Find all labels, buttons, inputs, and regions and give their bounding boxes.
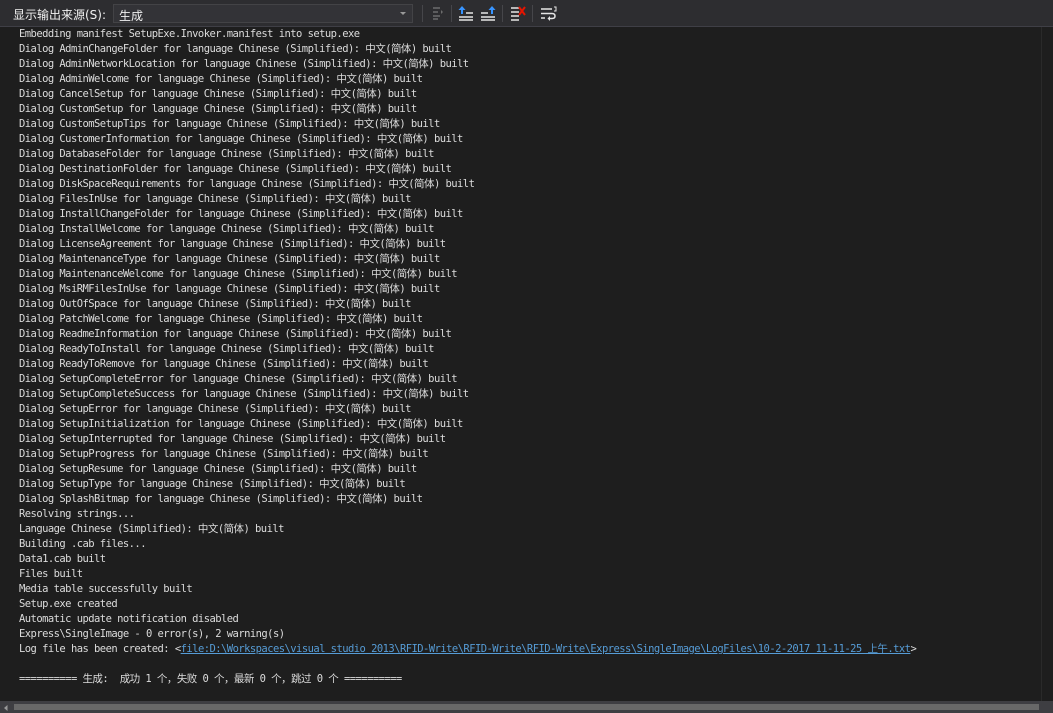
- output-line: Automatic update notification disabled: [19, 613, 239, 625]
- output-line: Dialog ReadyToInstall for language Chine…: [19, 343, 435, 355]
- log-file-link[interactable]: file:D:\Workspaces\visual studio 2013\RF…: [181, 643, 911, 655]
- toolbar-separator: [532, 5, 533, 22]
- output-line: Dialog SetupType for language Chinese (S…: [19, 478, 406, 490]
- find-message-icon: [428, 4, 448, 23]
- output-line: Dialog ReadmeInformation for language Ch…: [19, 328, 452, 340]
- toolbar-separator: [451, 5, 452, 22]
- clear-all-button[interactable]: [508, 4, 528, 23]
- log-file-prefix: Log file has been created:: [19, 643, 175, 655]
- output-line: Building .cab files...: [19, 538, 147, 550]
- output-line: Dialog SetupProgress for language Chines…: [19, 448, 429, 460]
- output-line: Dialog AdminWelcome for language Chinese…: [19, 73, 423, 85]
- output-line: Dialog SetupCompleteSuccess for language…: [19, 388, 469, 400]
- output-line: Dialog MsiRMFilesInUse for language Chin…: [19, 283, 440, 295]
- toolbar-separator: [422, 5, 423, 22]
- horizontal-scroll-thumb[interactable]: [14, 704, 1039, 710]
- output-line: Dialog MaintenanceType for language Chin…: [19, 253, 440, 265]
- chevron-down-icon: [396, 5, 410, 22]
- output-line: Dialog FilesInUse for language Chinese (…: [19, 193, 411, 205]
- output-line: Dialog SetupCompleteError for language C…: [19, 373, 458, 385]
- log-file-line: Log file has been created: <file:D:\Work…: [19, 642, 1041, 657]
- horizontal-scrollbar[interactable]: [0, 701, 1053, 713]
- build-summary-line: ========== 生成: 成功 1 个，失败 0 个，最新 0 个，跳过 0…: [19, 673, 402, 685]
- go-previous-icon: [456, 4, 476, 23]
- output-line: Dialog CustomerInformation for language …: [19, 133, 463, 145]
- output-line: Dialog OutOfSpace for language Chinese (…: [19, 298, 411, 310]
- output-line: Dialog AdminNetworkLocation for language…: [19, 58, 469, 70]
- output-line: Dialog ReadyToRemove for language Chines…: [19, 358, 429, 370]
- output-line: Dialog CustomSetup for language Chinese …: [19, 103, 417, 115]
- output-line: Dialog PatchWelcome for language Chinese…: [19, 313, 423, 325]
- output-line: Dialog AdminChangeFolder for language Ch…: [19, 43, 452, 55]
- output-line: Dialog InstallChangeFolder for language …: [19, 208, 463, 220]
- output-source-value: 生成: [119, 9, 144, 23]
- output-source-dropdown[interactable]: 生成: [113, 4, 413, 23]
- output-line: Media table successfully built: [19, 583, 193, 595]
- word-wrap-icon: [538, 4, 558, 23]
- output-line: Dialog DatabaseFolder for language Chine…: [19, 148, 435, 160]
- output-line: Dialog CustomSetupTips for language Chin…: [19, 118, 440, 130]
- output-line: Embedding manifest SetupExe.Invoker.mani…: [19, 28, 360, 40]
- vertical-scrollbar[interactable]: [1041, 27, 1053, 701]
- output-line: Dialog DestinationFolder for language Ch…: [19, 163, 452, 175]
- show-output-from-label: 显示输出来源(S):: [13, 8, 107, 22]
- output-text-area[interactable]: Embedding manifest SetupExe.Invoker.mani…: [0, 27, 1041, 701]
- output-line: Dialog SetupResume for language Chinese …: [19, 463, 417, 475]
- output-line: Dialog MaintenanceWelcome for language C…: [19, 268, 458, 280]
- output-line: Dialog DiskSpaceRequirements for languag…: [19, 178, 475, 190]
- goto-prev-line-button[interactable]: [456, 4, 476, 23]
- goto-prev-message-button[interactable]: [428, 4, 448, 23]
- output-line: Data1.cab built: [19, 553, 106, 565]
- output-line: Express\SingleImage - 0 error(s), 2 warn…: [19, 628, 285, 640]
- clear-all-icon: [508, 4, 528, 23]
- output-lines: Embedding manifest SetupExe.Invoker.mani…: [19, 27, 1041, 642]
- output-line: Dialog SplashBitmap for language Chinese…: [19, 493, 423, 505]
- output-line: Files built: [19, 568, 83, 580]
- output-line: Dialog InstallWelcome for language Chine…: [19, 223, 435, 235]
- toolbar-separator: [502, 5, 503, 22]
- output-line: Dialog CancelSetup for language Chinese …: [19, 88, 417, 100]
- output-line: Setup.exe created: [19, 598, 118, 610]
- scroll-left-button[interactable]: [0, 701, 12, 713]
- output-line: Dialog SetupInitialization for language …: [19, 418, 463, 430]
- output-line: Language Chinese (Simplified): 中文(简体) bu…: [19, 523, 284, 535]
- output-toolbar: 显示输出来源(S): 生成: [0, 0, 1053, 27]
- output-line: Resolving strings...: [19, 508, 135, 520]
- log-file-close-bracket: >: [910, 643, 917, 655]
- toggle-word-wrap-button[interactable]: [538, 4, 558, 23]
- output-line: Dialog LicenseAgreement for language Chi…: [19, 238, 446, 250]
- output-window: 显示输出来源(S): 生成 Embedding manifest SetupEx…: [0, 0, 1053, 713]
- goto-next-line-button[interactable]: [478, 4, 498, 23]
- output-line: Dialog SetupError for language Chinese (…: [19, 403, 411, 415]
- output-line: Dialog SetupInterrupted for language Chi…: [19, 433, 446, 445]
- go-next-icon: [478, 4, 498, 23]
